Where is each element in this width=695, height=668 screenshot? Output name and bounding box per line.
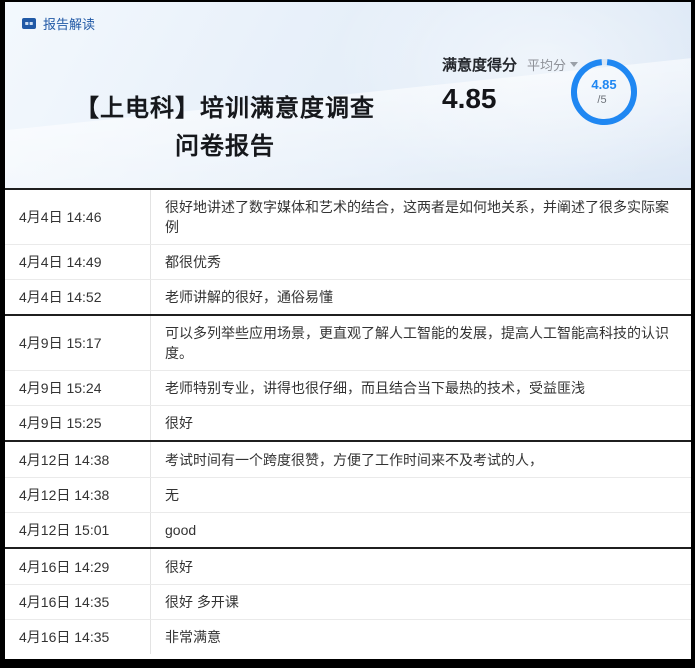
table-row: 4月16日 14:35 很好 多开课: [5, 584, 691, 619]
row-comment: 很好: [151, 549, 691, 584]
table-row: 4月9日 15:25 很好: [5, 405, 691, 440]
comment-group: 4月16日 14:29 很好 4月16日 14:35 很好 多开课 4月16日 …: [5, 547, 691, 654]
satisfaction-score-label: 满意度得分: [442, 54, 517, 75]
gauge-center-max: /5: [597, 94, 606, 106]
row-time: 4月16日 14:29: [5, 549, 151, 584]
row-time: 4月12日 14:38: [5, 478, 151, 512]
gauge-center-value: 4.85: [591, 77, 616, 92]
row-time: 4月4日 14:46: [5, 190, 151, 244]
row-time: 4月16日 14:35: [5, 620, 151, 654]
row-time: 4月4日 14:52: [5, 280, 151, 314]
table-row: 4月12日 14:38 考试时间有一个跨度很赞，方便了工作时间来不及考试的人，: [5, 442, 691, 477]
report-icon: [21, 16, 37, 31]
table-row: 4月16日 14:29 很好: [5, 549, 691, 584]
row-comment: 非常满意: [151, 620, 691, 654]
row-comment: 考试时间有一个跨度很赞，方便了工作时间来不及考试的人，: [151, 442, 691, 477]
table-row: 4月4日 14:46 很好地讲述了数字媒体和艺术的结合，这两者是如何地关系，并阐…: [5, 190, 691, 244]
row-comment: 很好: [151, 406, 691, 440]
report-window: 报告解读 【上电科】培训满意度调查 问卷报告 满意度得分 平均分 4.85 4.…: [0, 0, 695, 668]
row-time: 4月16日 14:35: [5, 585, 151, 619]
page-title-line1: 【上电科】培训满意度调查: [23, 90, 427, 128]
satisfaction-gauge: 4.85 /5: [568, 56, 640, 128]
comment-group: 4月12日 14:38 考试时间有一个跨度很赞，方便了工作时间来不及考试的人， …: [5, 440, 691, 547]
page-title-line2: 问卷报告: [23, 128, 427, 166]
report-nav-label[interactable]: 报告解读: [43, 14, 95, 33]
comments-table: 4月4日 14:46 很好地讲述了数字媒体和艺术的结合，这两者是如何地关系，并阐…: [5, 188, 691, 654]
score-mode-label[interactable]: 平均分: [527, 55, 566, 74]
row-comment: 可以多列举些应用场景，更直观了解人工智能的发展，提高人工智能高科技的认识度。: [151, 316, 691, 370]
row-comment: 无: [151, 478, 691, 512]
page-title: 【上电科】培训满意度调查 问卷报告: [23, 90, 427, 166]
row-comment: 老师讲解的很好，通俗易懂: [151, 280, 691, 314]
comment-group: 4月9日 15:17 可以多列举些应用场景，更直观了解人工智能的发展，提高人工智…: [5, 314, 691, 440]
row-time: 4月9日 15:17: [5, 316, 151, 370]
report-nav-link[interactable]: 报告解读: [21, 14, 95, 33]
row-time: 4月12日 14:38: [5, 442, 151, 477]
row-time: 4月9日 15:24: [5, 371, 151, 405]
satisfaction-score-block: 满意度得分 平均分 4.85: [442, 54, 578, 115]
row-comment: good: [151, 513, 691, 547]
row-comment: 老师特别专业，讲得也很仔细，而且结合当下最热的技术，受益匪浅: [151, 371, 691, 405]
row-comment: 都很优秀: [151, 245, 691, 279]
table-row: 4月12日 15:01 good: [5, 512, 691, 547]
satisfaction-score-value: 4.85: [442, 83, 578, 115]
table-row: 4月12日 14:38 无: [5, 477, 691, 512]
satisfaction-donut-arc: [571, 59, 637, 125]
table-row: 4月4日 14:49 都很优秀: [5, 244, 691, 279]
table-row: 4月9日 15:24 老师特别专业，讲得也很仔细，而且结合当下最热的技术，受益匪…: [5, 370, 691, 405]
table-row: 4月4日 14:52 老师讲解的很好，通俗易懂: [5, 279, 691, 314]
table-row: 4月16日 14:35 非常满意: [5, 619, 691, 654]
report-header: 报告解读 【上电科】培训满意度调查 问卷报告 满意度得分 平均分 4.85 4.…: [5, 2, 691, 188]
row-time: 4月9日 15:25: [5, 406, 151, 440]
row-comment: 很好地讲述了数字媒体和艺术的结合，这两者是如何地关系，并阐述了很多实际案例: [151, 190, 691, 244]
comment-group: 4月4日 14:46 很好地讲述了数字媒体和艺术的结合，这两者是如何地关系，并阐…: [5, 188, 691, 314]
table-row: 4月9日 15:17 可以多列举些应用场景，更直观了解人工智能的发展，提高人工智…: [5, 316, 691, 370]
row-comment: 很好 多开课: [151, 585, 691, 619]
row-time: 4月12日 15:01: [5, 513, 151, 547]
row-time: 4月4日 14:49: [5, 245, 151, 279]
